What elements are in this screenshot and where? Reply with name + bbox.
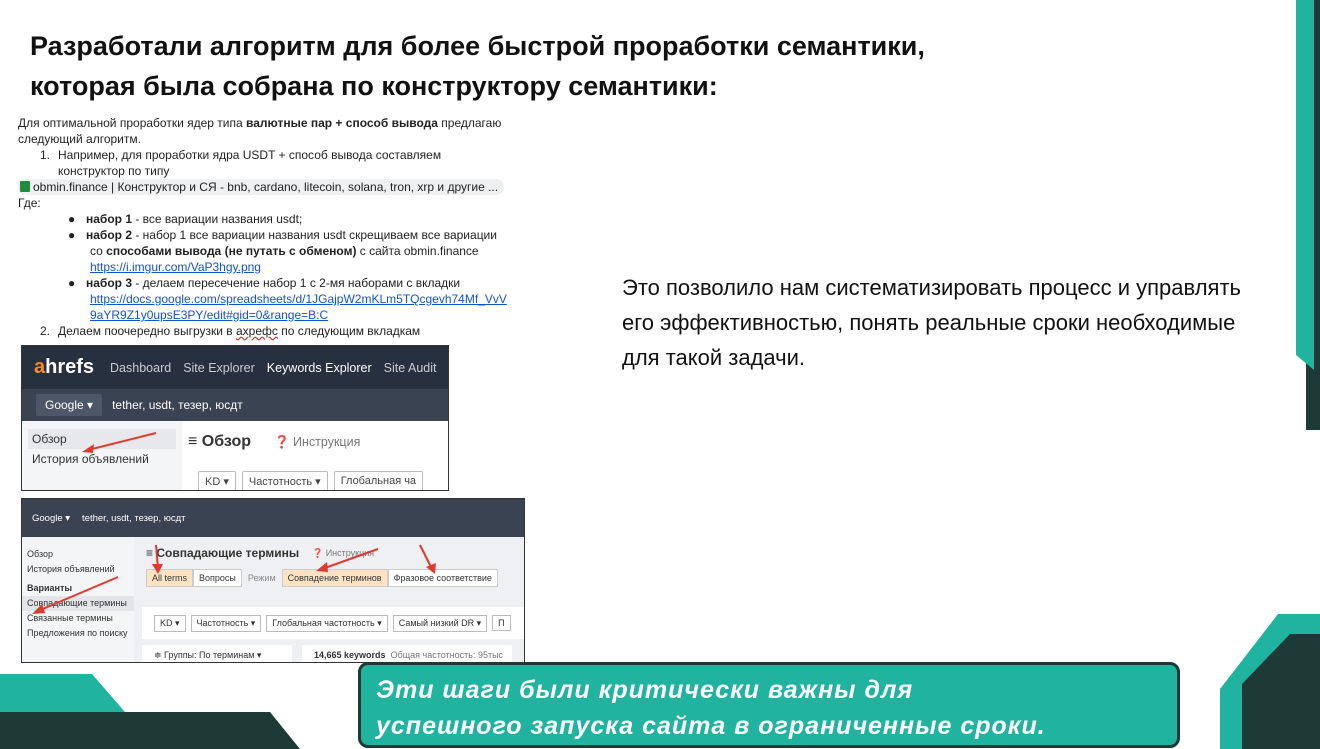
search-engine-dropdown-2[interactable]: Google ▾	[32, 513, 70, 524]
keyword-search-bar-2: Google ▾ tether, usdt, тезер, юсдт	[22, 499, 524, 537]
doc-bullet-2: ● набор 2 - набор 1 все вариации названия…	[68, 228, 497, 242]
callout-text: Эти шаги были критически важны для успеш…	[376, 672, 1176, 744]
filter-volume[interactable]: Частотность ▾	[241, 471, 328, 490]
ahrefs-logo[interactable]: ahrefs	[34, 356, 94, 379]
nav-site-audit[interactable]: Site Audit	[384, 361, 437, 375]
keyword-query[interactable]: tether, usdt, тезер, юсдт	[112, 398, 243, 412]
keywords-summary: 14,665 keywords Общая частотность: 95тыс	[302, 645, 512, 662]
filter-bar-2: KD ▾ Частотность ▾ Глобальная частотност…	[142, 607, 524, 639]
search-engine-dropdown[interactable]: Google ▾	[36, 394, 103, 416]
ahrefs-top-nav: ahrefs Dashboard Site Explorer Keywords …	[22, 346, 448, 389]
sheet-chip-link[interactable]: obmin.finance | Конструктор и СЯ - bnb, …	[18, 179, 505, 195]
doc-bullet-3-link-row-1: https://docs.google.com/spreadsheets/d/1…	[18, 291, 523, 307]
filter-volume-2[interactable]: Частотность ▾	[190, 614, 262, 632]
bullet-icon: ●	[68, 276, 76, 290]
tab-phrase-match[interactable]: Фразовое соответствие	[387, 569, 498, 587]
doc-step-1-cont: конструктор по типу	[58, 164, 170, 178]
overview-body: Обзор История объявлений ≡ Обзор ❓ Инстр…	[22, 421, 448, 490]
doc-intro: Для оптимальной проработки ядер типа вал…	[18, 116, 502, 130]
nav-keywords-explorer[interactable]: Keywords Explorer	[267, 361, 372, 375]
filter-kd-2[interactable]: KD ▾	[154, 614, 186, 632]
filter-global-volume[interactable]: Глобальная ча	[333, 471, 424, 490]
ahrefs-screenshot-overview: ahrefs Dashboard Site Explorer Keywords …	[21, 345, 449, 491]
help-link[interactable]: ❓ Инструкция	[274, 435, 360, 450]
overview-sidebar: Обзор История объявлений	[22, 421, 182, 490]
matching-heading: ≡ Совпадающие термины	[146, 546, 300, 560]
doc-step-1: 1. Например, для проработки ядра USDT + с…	[40, 148, 442, 162]
sidebar-item-search-suggestions[interactable]: Предложения по поиску	[22, 626, 134, 641]
bullet-icon: ●	[68, 212, 76, 226]
help-link-2[interactable]: ❓ Инструкция	[312, 548, 374, 559]
callout-line-1: Эти шаги были критически важны для	[376, 676, 914, 704]
nav-dashboard[interactable]: Dashboard	[110, 361, 171, 375]
tab-questions[interactable]: Вопросы	[193, 569, 242, 587]
sidebar-item-overview-2[interactable]: Обзор	[22, 547, 134, 562]
title-line-1: Разработали алгоритм для более быстрой п…	[30, 31, 925, 61]
sidebar-item-ad-history-2[interactable]: История объявлений	[22, 562, 134, 577]
doc-bullet-3: ● набор 3 - делаем пересечение набор 1 с …	[68, 276, 461, 290]
sidebar-group-variants: Варианты	[27, 583, 73, 593]
filter-lowest-dr[interactable]: Самый низкий DR ▾	[392, 614, 488, 632]
callout-line-2: успешного запуска сайта в ограниченные с…	[376, 712, 1046, 740]
matching-main: ≡ Совпадающие термины ❓ Инструкция All t…	[134, 537, 524, 662]
doc-sheet-chip-row: obmin.finance | Конструктор и СЯ - bnb, …	[18, 179, 523, 195]
sidebar-item-related-terms[interactable]: Связанные термины	[22, 611, 134, 626]
terms-tabs: All terms Вопросы Режим Совпадение терми…	[146, 569, 498, 587]
decor-top-right	[1296, 0, 1320, 430]
slide-title: Разработали алгоритм для более быстрой п…	[30, 26, 1070, 106]
sidebar-item-matching-terms[interactable]: Совпадающие термины	[22, 596, 134, 611]
mode-label: Режим	[247, 573, 276, 583]
nav-more[interactable]: R	[448, 361, 449, 375]
filter-kd[interactable]: KD ▾	[198, 471, 236, 490]
nav-site-explorer[interactable]: Site Explorer	[183, 361, 255, 375]
bullet-icon: ●	[68, 228, 76, 242]
summary-paragraph: Это позволило нам систематизировать проц…	[622, 275, 1241, 370]
tab-all-terms[interactable]: All terms	[146, 569, 194, 587]
doc-bullet-3-link-row-2: 9aYR9Z1y0upsE3PY/edit#gid=0&range=B:C	[18, 307, 523, 323]
ahrefs-screenshot-matching-terms: Google ▾ tether, usdt, тезер, юсдт Обзор…	[21, 498, 525, 663]
keyword-search-bar: Google ▾ tether, usdt, тезер, юсдт	[22, 389, 448, 421]
doc-bullet-2-link-row: https://i.imgur.com/VaP3hgy.png	[18, 259, 523, 275]
google-sheets-icon	[20, 181, 30, 192]
doc-intro-cont: следующий алгоритм.	[18, 132, 141, 146]
matching-terms-body: Обзор История объявлений Варианты Совпад…	[22, 537, 524, 662]
doc-where: Где:	[18, 196, 41, 210]
overview-heading: ≡ Обзор	[188, 433, 251, 450]
doc-step-2: 2. Делаем поочередно выгрузки в ахрефс по…	[40, 324, 421, 338]
groups-dropdown[interactable]: ≑ Группы: По терминам ▾	[142, 645, 292, 662]
sheets-link-part-1[interactable]: https://docs.google.com/spreadsheets/d/1…	[90, 292, 507, 306]
filter-more[interactable]: П	[492, 615, 511, 631]
title-line-2: которая была собрана по конструктору сем…	[30, 71, 718, 101]
doc-snippet: Для оптимальной проработки ядер типа вал…	[18, 115, 523, 339]
tab-term-match[interactable]: Совпадение терминов	[281, 569, 388, 587]
sidebar-item-overview[interactable]: Обзор	[28, 429, 176, 449]
doc-bullet-1: ● набор 1 - все вариации названия usdt;	[68, 212, 303, 226]
doc-bullet-2-cont: со способами вывода (не путать с обменом…	[90, 244, 479, 258]
decor-bottom-right	[1220, 614, 1320, 749]
decor-bottom-left	[0, 674, 300, 749]
keyword-query-2[interactable]: tether, usdt, тезер, юсдт	[82, 513, 185, 524]
sheets-link-part-2[interactable]: 9aYR9Z1y0upsE3PY/edit#gid=0&range=B:C	[90, 308, 328, 322]
imgur-link[interactable]: https://i.imgur.com/VaP3hgy.png	[90, 260, 261, 274]
filter-bar: KD ▾ Частотность ▾ Глобальная ча	[198, 471, 424, 490]
matching-sidebar: Обзор История объявлений Варианты Совпад…	[22, 537, 134, 662]
filter-global-volume-2[interactable]: Глобальная частотность ▾	[266, 614, 388, 632]
sidebar-item-ad-history[interactable]: История объявлений	[22, 449, 182, 469]
